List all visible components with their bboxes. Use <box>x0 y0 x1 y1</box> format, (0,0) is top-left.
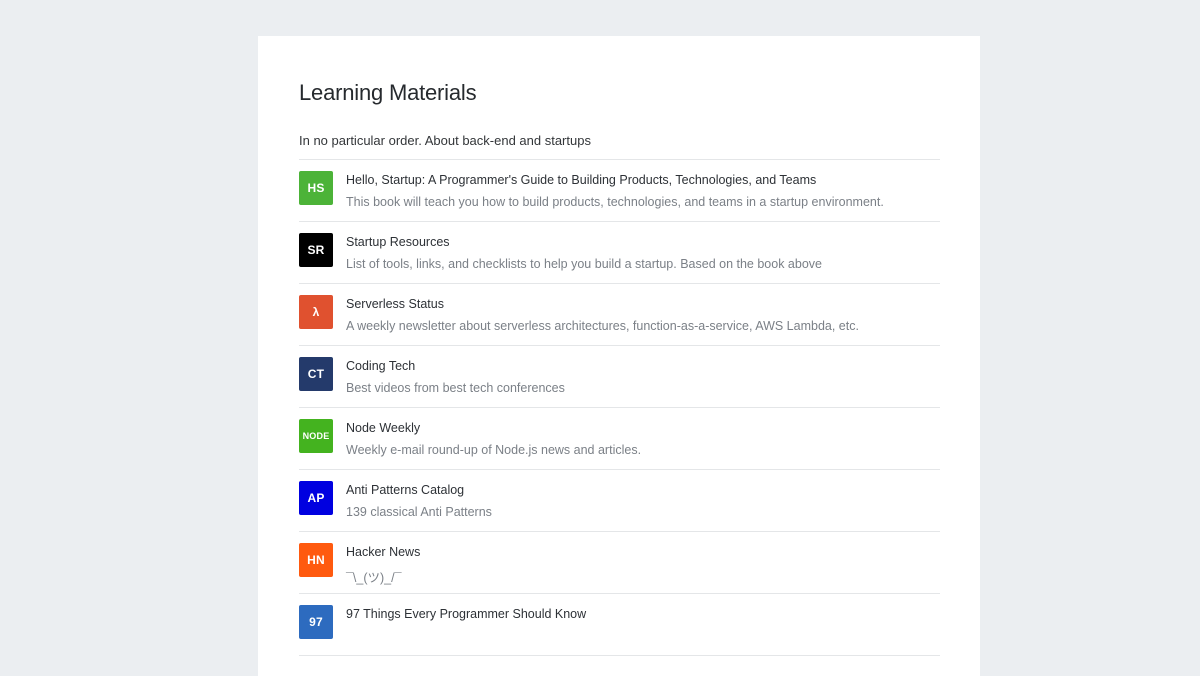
startup-resources-logo-icon: SR <box>299 233 333 267</box>
page-title: Learning Materials <box>299 80 477 105</box>
item-title[interactable]: Hacker News <box>346 545 420 559</box>
list-item[interactable]: HS Hello, Startup: A Programmer's Guide … <box>299 160 940 222</box>
item-title[interactable]: Serverless Status <box>346 297 444 311</box>
item-title[interactable]: Coding Tech <box>346 359 415 373</box>
list-item[interactable]: λ Serverless Status A weekly newsletter … <box>299 284 940 346</box>
anti-patterns-logo-icon: AP <box>299 481 333 515</box>
item-title[interactable]: Hello, Startup: A Programmer's Guide to … <box>346 173 816 187</box>
list-item[interactable]: AP Anti Patterns Catalog 139 classical A… <box>299 470 940 532</box>
list-item[interactable]: 97 97 Things Every Programmer Should Kno… <box>299 594 940 656</box>
list-item[interactable]: HN Hacker News ¯\_(ツ)_/¯ <box>299 532 940 594</box>
item-description: 139 classical Anti Patterns <box>346 505 492 519</box>
item-description: This book will teach you how to build pr… <box>346 195 884 209</box>
node-logo-icon: NODE <box>299 419 333 453</box>
hello-startup-logo-icon: HS <box>299 171 333 205</box>
hacker-news-logo-icon: HN <box>299 543 333 577</box>
page-subtitle: In no particular order. About back-end a… <box>299 133 591 148</box>
item-description: Weekly e-mail round-up of Node.js news a… <box>346 443 642 457</box>
item-description: Best videos from best tech conferences <box>346 381 565 395</box>
list-item[interactable]: CT Coding Tech Best videos from best tec… <box>299 346 940 408</box>
item-title[interactable]: Startup Resources <box>346 235 450 249</box>
item-description: A weekly newsletter about serverless arc… <box>346 319 859 333</box>
97-things-logo-icon: 97 <box>299 605 333 639</box>
list-item[interactable]: SR Startup Resources List of tools, link… <box>299 222 940 284</box>
content-card: Learning Materials In no particular orde… <box>258 36 980 676</box>
item-title[interactable]: 97 Things Every Programmer Should Know <box>346 607 586 621</box>
coding-tech-logo-icon: CT <box>299 357 333 391</box>
item-title[interactable]: Anti Patterns Catalog <box>346 483 464 497</box>
item-title[interactable]: Node Weekly <box>346 421 420 435</box>
item-description: ¯\_(ツ)_/¯ <box>346 571 402 585</box>
materials-list: HS Hello, Startup: A Programmer's Guide … <box>299 159 940 656</box>
item-description: List of tools, links, and checklists to … <box>346 257 822 271</box>
list-item[interactable]: NODE Node Weekly Weekly e-mail round-up … <box>299 408 940 470</box>
lambda-logo-icon: λ <box>299 295 333 329</box>
